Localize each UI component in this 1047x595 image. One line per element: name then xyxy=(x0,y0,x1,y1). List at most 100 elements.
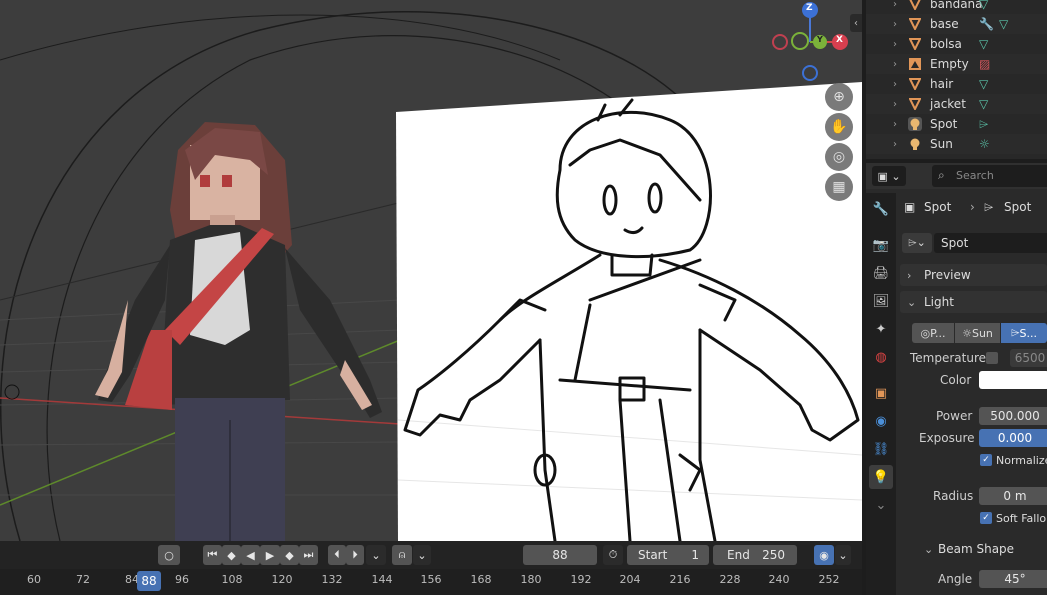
mesh-object-icon xyxy=(908,77,922,91)
ruler-tick: 60 xyxy=(27,573,41,586)
expand-chevron-icon[interactable]: › xyxy=(893,79,897,90)
expand-chevron-icon[interactable]: › xyxy=(893,59,897,70)
tool-tab-icon[interactable]: 🔧 xyxy=(869,197,893,221)
playback-dropdown-icon[interactable]: ⌄ xyxy=(366,545,386,565)
spot-light-data-icon[interactable]: ⌲ xyxy=(979,117,988,132)
next-marker-icon[interactable]: ⏵ xyxy=(346,545,364,565)
auto-keying-icon[interactable]: ⍝ xyxy=(392,545,412,565)
expand-chevron-icon[interactable]: › xyxy=(893,0,897,10)
angle-field[interactable]: 45° xyxy=(979,570,1047,588)
camera-view-icon[interactable]: ◎ xyxy=(825,143,853,171)
datablock-name-field[interactable]: Spot xyxy=(934,233,1047,253)
exposure-field[interactable]: 0.000 xyxy=(979,429,1047,447)
outliner-item-bolsa[interactable]: › bolsa ▽ xyxy=(866,34,1047,54)
next-keyframe-icon[interactable]: ◆ xyxy=(280,545,299,565)
sidebar-toggle-icon[interactable]: ‹ xyxy=(850,14,862,32)
mesh-data-icon[interactable]: ▽ xyxy=(979,77,988,91)
scene-tab-icon[interactable]: ✦ xyxy=(869,317,893,341)
overlay-toggle-icon[interactable]: ◉ xyxy=(814,545,834,565)
character-model xyxy=(95,122,382,541)
zoom-icon[interactable]: ⊕ xyxy=(825,83,853,111)
light-type-spot[interactable]: ⌲ S... xyxy=(1001,323,1047,343)
gizmo-x-label: X xyxy=(836,35,843,45)
prev-keyframe-icon[interactable]: ◆ xyxy=(222,545,241,565)
soft-falloff-row[interactable]: ✓ Soft Fallo xyxy=(900,508,1047,528)
expand-chevron-icon[interactable]: › xyxy=(893,39,897,50)
outliner-item-base[interactable]: › base ▽ 🔧 xyxy=(866,14,1047,34)
mesh-data-icon[interactable]: ▽ xyxy=(979,37,988,51)
timeline-ruler[interactable]: 60 72 84 96 108 120 132 144 156 168 180 192 204 216 22… xyxy=(0,569,862,595)
expand-chevron-icon[interactable]: › xyxy=(893,119,897,130)
light-type-point[interactable]: ◎ P... xyxy=(912,323,954,343)
expand-chevron-icon[interactable]: › xyxy=(893,99,897,110)
mesh-data-icon[interactable]: ▽ xyxy=(979,97,988,111)
sun-icon: ☼ xyxy=(962,326,972,340)
color-swatch[interactable] xyxy=(979,371,1047,389)
normalize-row[interactable]: ✓ Normalize xyxy=(900,450,1047,470)
datablock-selector[interactable]: ⌲⌄ Spot xyxy=(900,233,1047,253)
reference-image-plane xyxy=(396,82,862,541)
render-tab-icon[interactable]: 📷 xyxy=(869,233,893,257)
output-tab-icon[interactable]: 🖨 xyxy=(869,261,893,285)
expand-chevron-icon[interactable]: › xyxy=(893,19,897,30)
current-frame-value: 88 xyxy=(552,548,568,562)
current-frame-marker[interactable]: 88 xyxy=(137,571,161,591)
world-tab-icon[interactable]: ◍ xyxy=(869,345,893,369)
sun-light-data-icon[interactable]: ☼ xyxy=(979,137,990,151)
hand-pan-icon[interactable]: ✋ xyxy=(825,113,853,141)
modifier-wrench-icon[interactable]: 🔧 xyxy=(979,17,994,31)
power-field[interactable]: 500.000 xyxy=(979,407,1047,425)
ruler-tick: 192 xyxy=(570,573,592,586)
temperature-checkbox[interactable] xyxy=(986,352,998,364)
preview-panel-header[interactable]: › Preview xyxy=(900,264,1047,286)
beam-shape-header[interactable]: ⌄ Beam Shape xyxy=(900,539,1047,559)
ruler-tick: 108 xyxy=(221,573,243,586)
3d-viewport[interactable]: Z X Y ⊕ ✋ ◎ ▦ ‹ xyxy=(0,0,862,541)
light-object-icon xyxy=(908,117,922,131)
view-layer-tab-icon[interactable]: 🖼 xyxy=(869,289,893,313)
outliner-item-empty[interactable]: › Empty ▨ xyxy=(866,54,1047,74)
overlay-dropdown-icon[interactable]: ⌄ xyxy=(835,545,851,565)
color-row: Color xyxy=(900,370,1047,390)
image-data-icon[interactable]: ▨ xyxy=(979,57,990,71)
datablock-browse-icon[interactable]: ⌲⌄ xyxy=(902,233,932,253)
more-tabs-icon[interactable]: ⌄ xyxy=(869,493,893,517)
mesh-data-icon[interactable]: ▽ xyxy=(999,17,1008,31)
outliner-item-hair[interactable]: › hair ▽ xyxy=(866,74,1047,94)
temperature-field[interactable]: 6500 xyxy=(1010,349,1047,367)
normalize-checkbox[interactable]: ✓ xyxy=(980,454,992,466)
grid-perspective-icon[interactable]: ▦ xyxy=(825,173,853,201)
light-type-sun[interactable]: ☼ Sun xyxy=(955,323,1000,343)
physics-tab-icon[interactable]: ◉ xyxy=(869,409,893,433)
gizmo-z-label: Z xyxy=(806,3,813,13)
navigation-gizmo[interactable]: Z X Y xyxy=(770,0,850,85)
jump-end-icon[interactable]: ⏭ xyxy=(299,545,318,565)
constraints-tab-icon[interactable]: ⛓ xyxy=(869,437,893,461)
mesh-data-icon[interactable]: ▽ xyxy=(979,0,988,11)
outliner-item-sun[interactable]: › Sun ☼ xyxy=(866,134,1047,154)
light-data-tab-icon[interactable]: 💡 xyxy=(869,465,893,489)
outliner-item-spot[interactable]: › Spot ⌲ xyxy=(866,114,1047,134)
radius-field[interactable]: 0 m xyxy=(979,487,1047,505)
properties-tabs: 🔧 📷 🖨 🖼 ✦ ◍ ▣ ◉ ⛓ 💡 ⌄ xyxy=(866,193,896,595)
keying-icon[interactable]: ○ xyxy=(158,545,180,565)
power-row: Power 500.000 xyxy=(900,406,1047,426)
light-type-sun-label: Sun xyxy=(971,326,993,340)
play-icon[interactable]: ▶ xyxy=(260,545,280,565)
prev-marker-icon[interactable]: ⏴ xyxy=(328,545,346,565)
expand-chevron-icon[interactable]: › xyxy=(893,139,897,150)
keying-dropdown-icon[interactable]: ⌄ xyxy=(413,545,431,565)
outliner-item-bandana[interactable]: › bandana ▽ xyxy=(866,0,1047,14)
current-frame-field[interactable]: 88 xyxy=(523,545,597,565)
outliner-item-jacket[interactable]: › jacket ▽ xyxy=(866,94,1047,114)
outliner: › bandana ▽ › base ▽ 🔧 › bolsa ▽ › Empty ▨ › hair ▽ › jac… xyxy=(866,0,1047,159)
object-tab-icon[interactable]: ▣ xyxy=(869,381,893,405)
jump-start-icon[interactable]: ⏮ xyxy=(203,545,222,565)
light-panel-header[interactable]: ⌄ Light xyxy=(900,291,1047,313)
ruler-tick: 156 xyxy=(420,573,442,586)
stopwatch-icon[interactable]: ⏱ xyxy=(603,545,623,565)
end-frame-field[interactable]: End 250 xyxy=(713,545,797,565)
play-reverse-icon[interactable]: ◀ xyxy=(241,545,260,565)
soft-falloff-checkbox[interactable]: ✓ xyxy=(980,512,992,524)
start-frame-field[interactable]: Start 1 xyxy=(627,545,709,565)
